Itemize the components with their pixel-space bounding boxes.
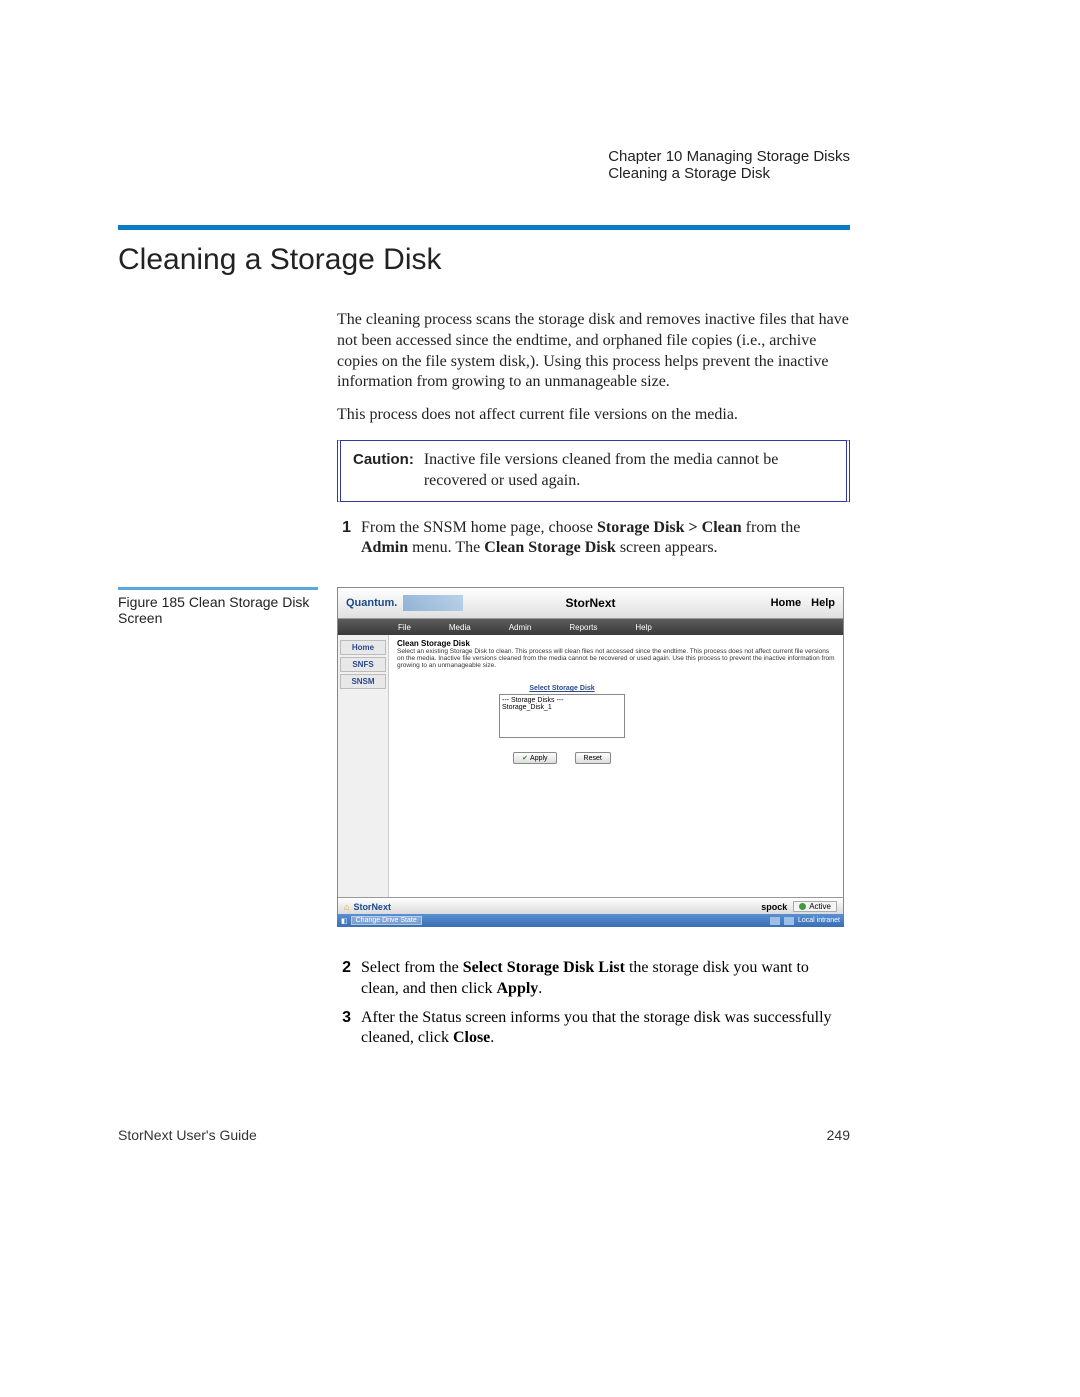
tray-icon[interactable]: [770, 917, 780, 925]
panel-description: Select an existing Storage Disk to clean…: [397, 648, 835, 669]
apply-button[interactable]: ✔ Apply: [513, 752, 556, 764]
caution-label: Caution:: [353, 450, 414, 492]
step-2: 2 Select from the Select Storage Disk Li…: [337, 958, 850, 1000]
caution-box: Caution: Inactive file versions cleaned …: [337, 440, 850, 502]
storage-disk-listbox[interactable]: --- Storage Disks --- Storage_Disk_1: [499, 694, 625, 738]
home-link[interactable]: Home: [771, 597, 802, 609]
menu-help[interactable]: Help: [635, 623, 651, 632]
listbox-item[interactable]: Storage_Disk_1: [502, 704, 622, 711]
main-panel: Clean Storage Disk Select an existing St…: [389, 635, 843, 897]
select-storage-disk-label: Select Storage Disk: [497, 685, 627, 692]
step-1: 1 From the SNSM home page, choose Storag…: [337, 518, 850, 560]
menu-file[interactable]: File: [398, 623, 411, 632]
status-badge: Active: [793, 901, 837, 912]
step-number: 3: [337, 1008, 351, 1050]
page-footer: StorNext User's Guide 249: [118, 1127, 850, 1143]
brand-logo: Quantum.: [346, 597, 397, 609]
page-title: Cleaning a Storage Disk: [118, 243, 442, 277]
app-header: Quantum. StorNext Home Help: [338, 588, 843, 619]
sidebar: Home SNFS SNSM: [338, 635, 389, 897]
step-text: Select from the Select Storage Disk List…: [361, 958, 850, 1000]
step-3: 3 After the Status screen informs you th…: [337, 1008, 850, 1050]
tray-icon[interactable]: [784, 917, 794, 925]
status-dot-icon: [799, 903, 806, 910]
zone-label: Local intranet: [798, 917, 840, 924]
footer-page-number: 249: [827, 1127, 850, 1143]
figure-caption: Figure 185 Clean Storage Disk Screen: [118, 587, 318, 626]
page-header: Chapter 10 Managing Storage Disks Cleani…: [608, 148, 850, 182]
app-title: StorNext: [565, 596, 615, 610]
footer-home-icon[interactable]: ⌂: [344, 902, 349, 912]
taskbar-item[interactable]: Change Drive State: [351, 916, 422, 925]
brand-artwork: [403, 595, 463, 611]
menu-admin[interactable]: Admin: [509, 623, 532, 632]
menu-media[interactable]: Media: [449, 623, 471, 632]
menu-bar: File Media Admin Reports Help: [338, 619, 843, 635]
chapter-line: Chapter 10 Managing Storage Disks: [608, 148, 850, 165]
clean-storage-disk-screenshot: Quantum. StorNext Home Help File Media A…: [337, 587, 844, 916]
sidebar-item-snfs[interactable]: SNFS: [340, 657, 386, 672]
caution-text: Inactive file versions cleaned from the …: [424, 450, 834, 492]
section-rule: [118, 225, 850, 230]
listbox-header: --- Storage Disks ---: [502, 697, 622, 704]
reset-button[interactable]: Reset: [575, 752, 611, 764]
footer-brand: StorNext: [353, 902, 391, 912]
menu-reports[interactable]: Reports: [569, 623, 597, 632]
intro-paragraph-2: This process does not affect current fil…: [337, 405, 850, 426]
taskbar-app-icon[interactable]: ◧: [341, 917, 348, 925]
intro-paragraph-1: The cleaning process scans the storage d…: [337, 310, 850, 393]
sidebar-item-home[interactable]: Home: [340, 640, 386, 655]
panel-title: Clean Storage Disk: [397, 639, 835, 648]
check-icon: ✔: [522, 754, 528, 762]
step-text: From the SNSM home page, choose Storage …: [361, 518, 850, 560]
help-link[interactable]: Help: [811, 597, 835, 609]
sidebar-item-snsm[interactable]: SNSM: [340, 674, 386, 689]
footer-guide-name: StorNext User's Guide: [118, 1127, 257, 1143]
section-line: Cleaning a Storage Disk: [608, 165, 850, 182]
step-text: After the Status screen informs you that…: [361, 1008, 850, 1050]
step-number: 2: [337, 958, 351, 1000]
hostname: spock: [761, 902, 787, 912]
step-number: 1: [337, 518, 351, 560]
os-taskbar: ◧ Change Drive State Local intranet: [337, 914, 844, 927]
app-footer: ⌂ StorNext spock Active: [338, 897, 843, 915]
